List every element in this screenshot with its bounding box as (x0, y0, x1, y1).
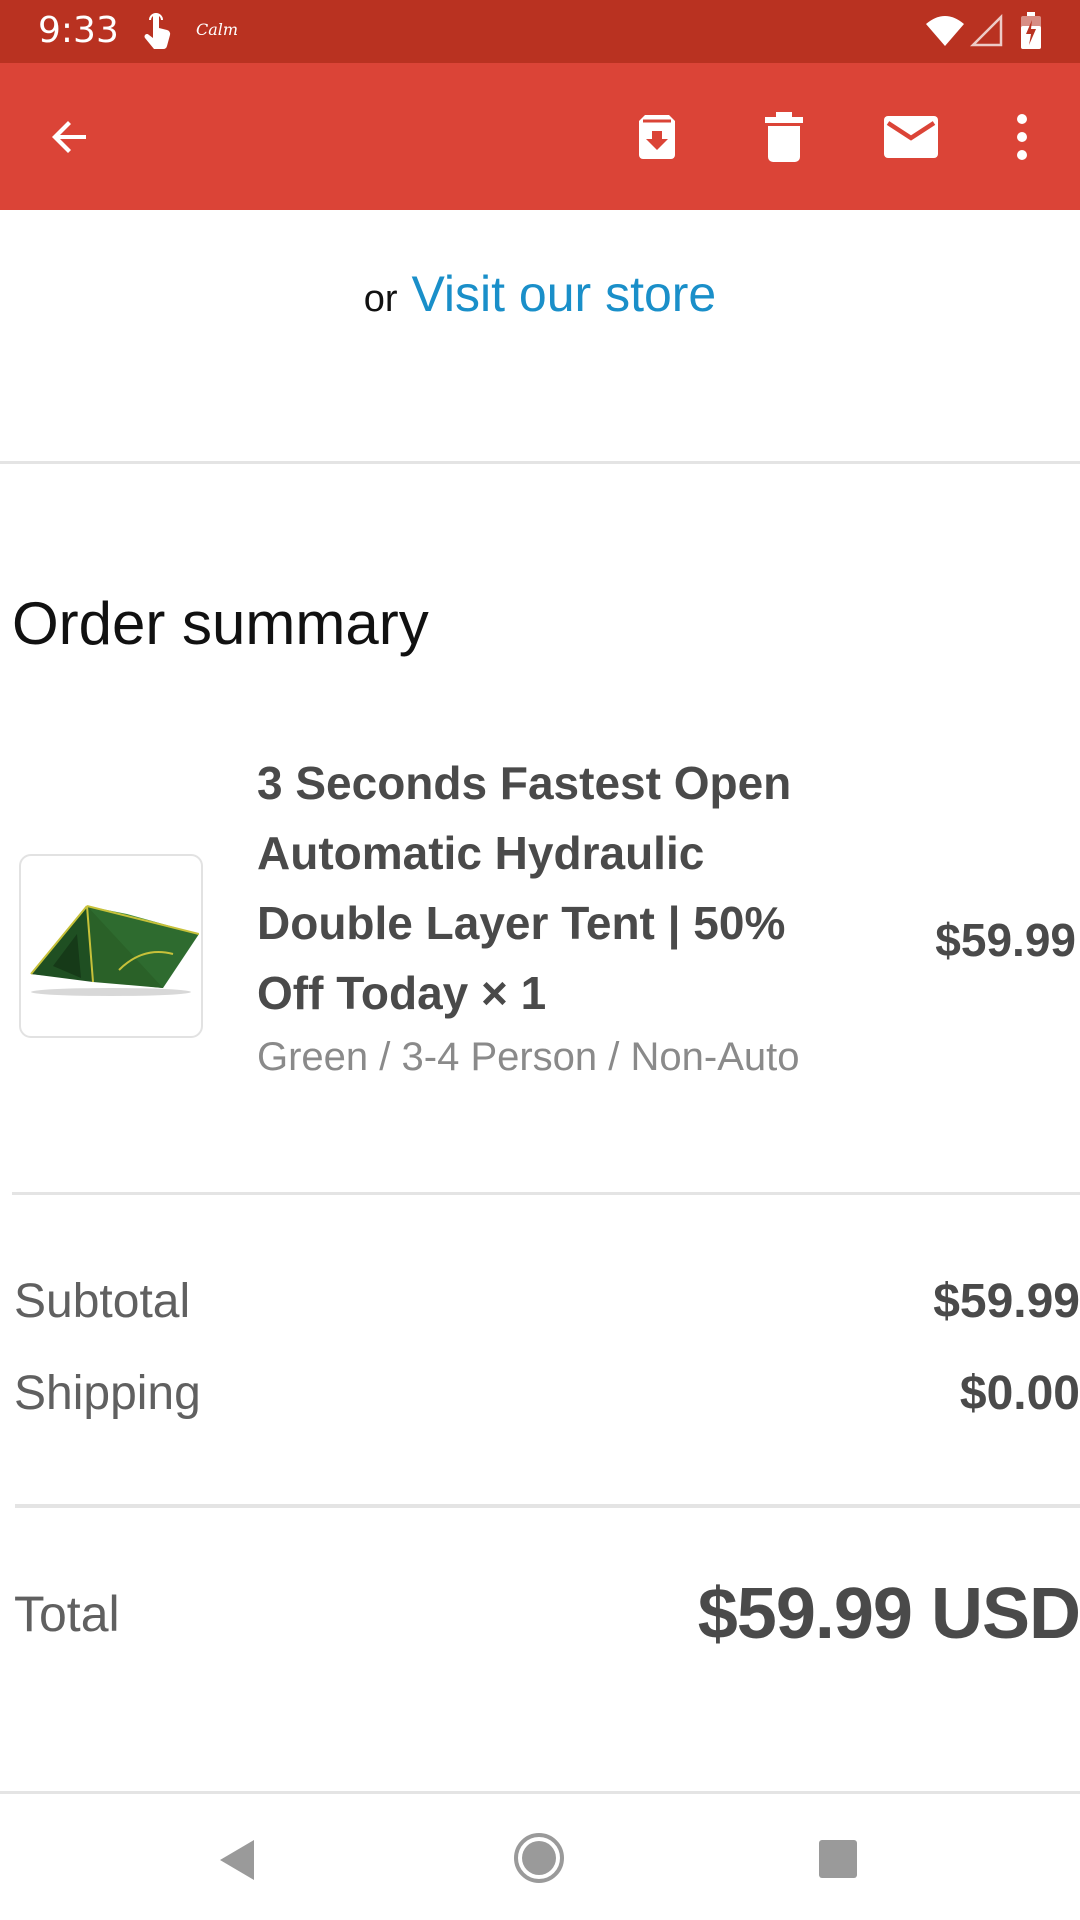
nav-recents-icon[interactable] (817, 1838, 859, 1880)
wifi-icon (926, 16, 964, 46)
divider (12, 1192, 1080, 1195)
nav-back-icon[interactable] (214, 1836, 262, 1884)
visit-store-line: or Visit our store (0, 262, 1080, 331)
status-time: 9:33 (38, 10, 119, 51)
order-summary-title: Order summary (12, 590, 429, 657)
cell-signal-icon (970, 14, 1003, 47)
divider (0, 461, 1080, 464)
calm-notification-icon: Calm (196, 20, 239, 39)
shipping-value: $0.00 (959, 1367, 1080, 1420)
back-button[interactable] (34, 101, 106, 173)
touch-notification-icon (144, 13, 171, 50)
mark-unread-button[interactable] (875, 101, 947, 173)
delete-button[interactable] (748, 101, 820, 173)
more-options-button[interactable] (986, 101, 1058, 173)
product-title: 3 Seconds Fastest Open Automatic Hydraul… (257, 757, 792, 1019)
total-label: Total (14, 1586, 120, 1642)
product-price: $59.99 (935, 914, 1076, 966)
nav-home-icon[interactable] (513, 1832, 565, 1884)
product-variant: Green / 3-4 Person / Non-Auto (257, 1035, 800, 1079)
product-image[interactable] (19, 854, 203, 1038)
subtotal-label: Subtotal (14, 1275, 191, 1328)
archive-button[interactable] (621, 101, 693, 173)
subtotal-value: $59.99 (933, 1275, 1080, 1328)
more-options-icon (1017, 114, 1027, 160)
system-nav-bar (0, 1794, 1080, 1920)
battery-charging-icon (1021, 12, 1041, 49)
app-bar (0, 63, 1080, 210)
archive-icon (639, 115, 675, 159)
green-tent-image (30, 905, 199, 996)
delete-icon (765, 112, 803, 162)
status-bar: 9:33 Calm (0, 0, 1080, 63)
visit-store-link[interactable]: Visit our store (411, 266, 716, 322)
back-icon (52, 121, 86, 153)
total-value: $59.99 USD (697, 1574, 1080, 1654)
divider (15, 1504, 1080, 1508)
shipping-label: Shipping (14, 1367, 201, 1420)
mark-unread-icon (884, 116, 938, 158)
or-text: or (363, 278, 398, 320)
